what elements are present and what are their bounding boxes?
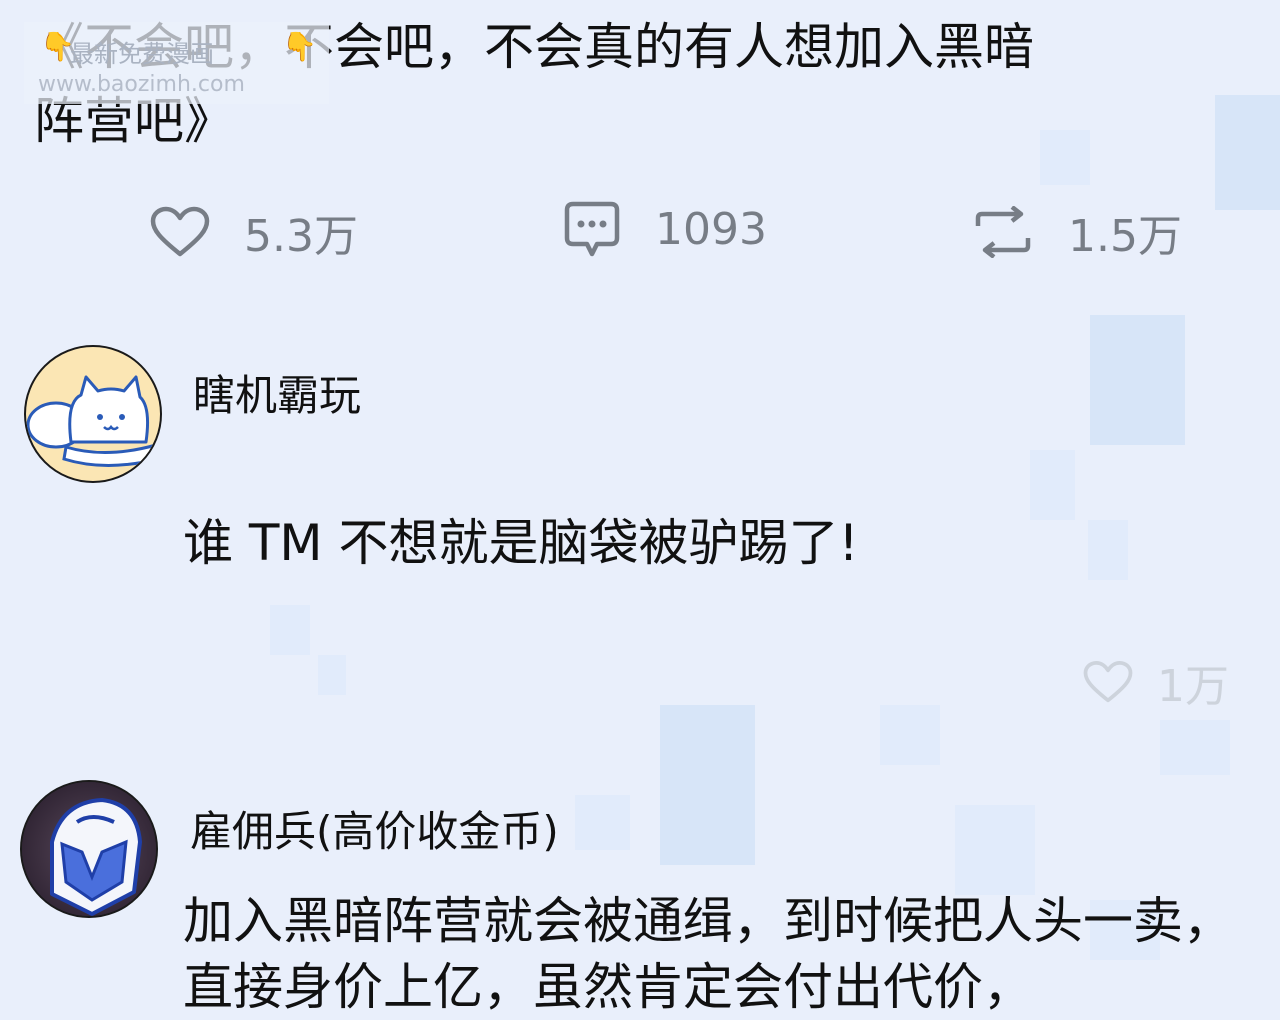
bg-tile <box>955 805 1035 895</box>
bg-tile <box>318 655 346 695</box>
bg-tile <box>575 795 630 850</box>
comment-like-button[interactable]: 1万 <box>1083 650 1229 714</box>
repost-count: 1.5万 <box>1068 211 1182 262</box>
bg-tile <box>660 705 755 865</box>
avatar[interactable] <box>24 345 162 483</box>
like-button[interactable]: 5.3万 <box>150 200 358 264</box>
bg-tile <box>880 705 940 765</box>
heart-icon <box>150 206 210 257</box>
comment-button[interactable]: 1093 <box>563 200 767 258</box>
bg-tile <box>1030 450 1075 520</box>
bg-tile <box>1160 720 1230 775</box>
like-count: 5.3万 <box>244 211 358 262</box>
bg-tile <box>1090 315 1185 445</box>
repost-icon <box>975 206 1031 258</box>
bg-tile <box>1088 520 1128 580</box>
robot-helmet-icon <box>22 782 156 916</box>
bg-tile <box>1040 130 1090 185</box>
comment-text: 加入黑暗阵营就会被通缉，到时候把人头一卖，直接身价上亿，虽然肯定会付出代价， <box>183 892 1233 1016</box>
comment-bubble-icon <box>564 201 620 257</box>
bg-tile <box>270 605 310 655</box>
comment-like-count: 1万 <box>1157 661 1229 712</box>
heart-icon <box>1083 660 1133 703</box>
cat-icon <box>26 375 160 467</box>
watermark-text: 最新免费漫画 <box>70 40 214 68</box>
bg-tile <box>1215 95 1280 210</box>
pointing-hand-icon: 👇 <box>282 30 317 63</box>
comment-count: 1093 <box>655 203 767 255</box>
watermark-url: www.baozimh.com <box>38 72 245 97</box>
avatar[interactable] <box>20 780 158 918</box>
comment-text: 谁 TM 不想就是脑袋被驴踢了! <box>183 514 859 572</box>
repost-button[interactable]: 1.5万 <box>972 200 1182 264</box>
comment-username[interactable]: 瞎机霸玩 <box>193 362 361 423</box>
comment-username[interactable]: 雇佣兵(高价收金币) <box>190 798 559 859</box>
